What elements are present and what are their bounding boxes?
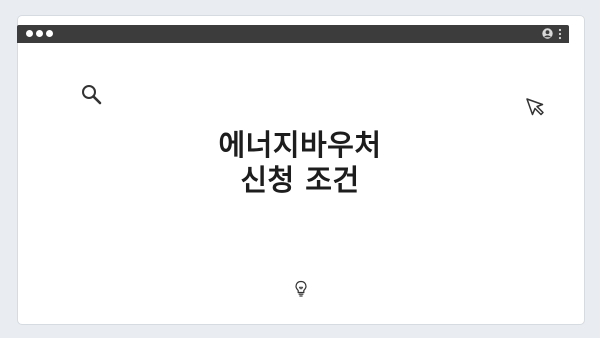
user-icon[interactable]	[542, 28, 553, 39]
close-window-button[interactable]	[26, 30, 33, 37]
slide-title-line2: 신청 조건	[240, 163, 360, 197]
slide-title-line1: 에너지바우처	[218, 128, 382, 162]
minimize-window-button[interactable]	[36, 30, 43, 37]
page-background: 에너지바우처 신청 조건	[0, 0, 600, 338]
window-controls	[26, 30, 53, 37]
search-icon	[82, 85, 102, 105]
menu-dots-icon[interactable]	[558, 28, 562, 40]
lightbulb-icon	[295, 280, 307, 297]
cursor-icon	[526, 98, 544, 116]
maximize-window-button[interactable]	[46, 30, 53, 37]
browser-titlebar	[17, 25, 569, 43]
slide-title: 에너지바우처 신청 조건	[150, 128, 450, 198]
